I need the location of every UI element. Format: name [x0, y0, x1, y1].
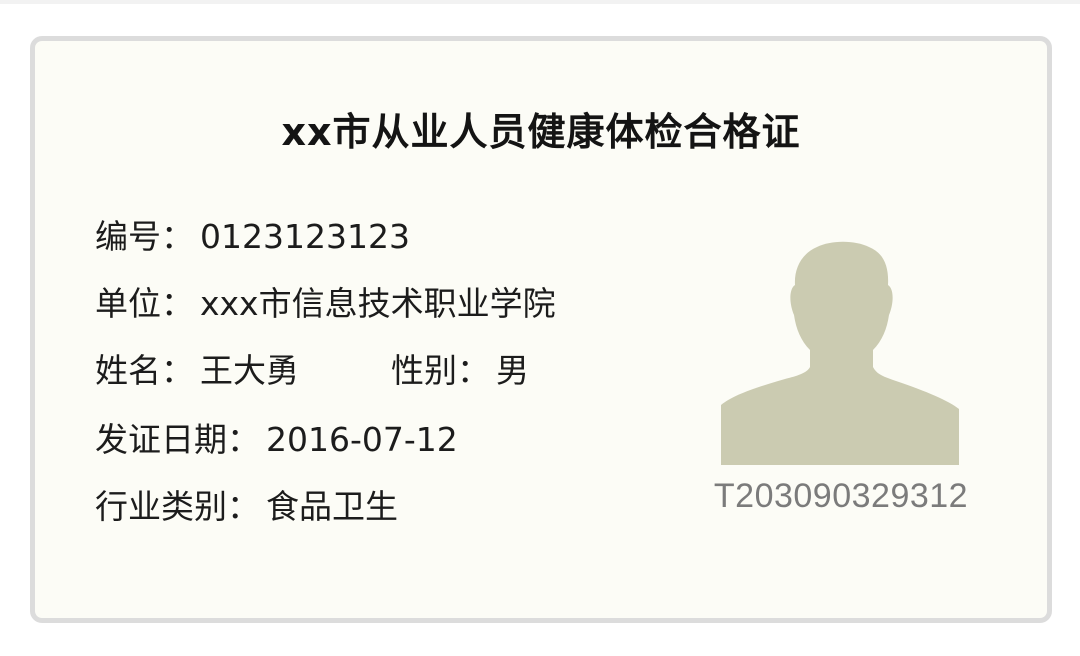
field-gender-value: 男: [496, 351, 529, 390]
field-unit: 单位： xxx市信息技术职业学院: [95, 282, 556, 326]
field-category-value: 食品卫生: [266, 487, 398, 526]
field-category-colon: ：: [227, 487, 260, 526]
field-gender-label: 性别: [391, 351, 457, 390]
silhouette-shape: [721, 241, 959, 465]
field-issue-date-label: 发证日期: [95, 420, 227, 459]
field-issue-date: 发证日期： 2016-07-12: [95, 418, 458, 462]
photo-code: T203090329312: [713, 477, 969, 515]
field-unit-label: 单位: [95, 284, 161, 323]
field-name-gender-row: 姓名： 王大勇 性别：男: [95, 349, 529, 393]
field-unit-colon: ：: [161, 284, 194, 323]
field-number-label: 编号: [95, 217, 161, 256]
field-number-colon: ：: [161, 217, 194, 256]
field-gender-colon: ：: [457, 351, 490, 390]
field-category-label: 行业类别: [95, 487, 227, 526]
card-title: xx市从业人员健康体检合格证: [281, 110, 801, 154]
field-name-label: 姓名: [95, 351, 161, 390]
field-gender: 性别：男: [391, 349, 529, 393]
field-issue-date-value: 2016-07-12: [266, 420, 458, 459]
field-number-value: 0123123123: [200, 217, 410, 256]
field-name-value: 王大勇: [200, 351, 299, 390]
field-issue-date-colon: ：: [227, 420, 260, 459]
field-unit-value: xxx市信息技术职业学院: [200, 284, 556, 323]
health-certificate-card: xx市从业人员健康体检合格证 编号： 0123123123 单位： xxx市信息技术…: [30, 36, 1052, 623]
field-name-colon: ：: [161, 351, 194, 390]
person-silhouette-icon: [721, 237, 967, 467]
field-category: 行业类别： 食品卫生: [95, 485, 398, 529]
field-number: 编号： 0123123123: [95, 215, 410, 259]
page-background: xx市从业人员健康体检合格证 编号： 0123123123 单位： xxx市信息技术…: [0, 4, 1080, 656]
